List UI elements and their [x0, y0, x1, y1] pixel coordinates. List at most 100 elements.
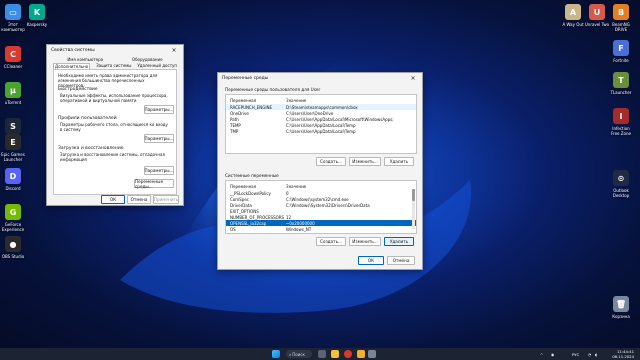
- clock[interactable]: 11:44:41 08.11.2024: [612, 349, 634, 359]
- variable-value: C:\Users\User\AppData\Local\Microsoft\Wi…: [286, 116, 394, 122]
- variable-name: ComSpec: [230, 196, 249, 202]
- geforce-desktop-shortcut[interactable]: G GeForce Experience: [0, 204, 30, 232]
- variable-name: TEMP: [230, 122, 241, 128]
- browser-icon[interactable]: [344, 350, 352, 358]
- col-value: Значение: [286, 183, 307, 189]
- ccleaner-desktop-shortcut[interactable]: C CCleaner: [0, 46, 30, 69]
- system-delete-button[interactable]: Удалить: [384, 237, 414, 246]
- env-title: Переменные среды: [222, 75, 269, 81]
- beamng-desktop-shortcut[interactable]: B BeamNG DRIVE: [604, 4, 638, 32]
- fortnite-desktop-shortcut[interactable]: F Fortnite: [604, 40, 638, 63]
- system-vars-scrollbar[interactable]: [412, 189, 415, 229]
- close-icon[interactable]: ×: [408, 74, 418, 82]
- variable-name: OS: [230, 226, 236, 232]
- system-vars-header: Переменная Значение: [226, 183, 416, 189]
- discord-desktop-shortcut[interactable]: D Discord: [0, 168, 30, 191]
- desktop-shortcut-label: Epic Games Launcher: [1, 152, 25, 162]
- a-way-out-icon: A: [565, 4, 581, 20]
- environment-variables-window: Переменные среды × Переменные среды поль…: [217, 72, 423, 270]
- system-edit-button[interactable]: Изменить...: [349, 237, 381, 246]
- performance-settings-button[interactable]: Параметры...: [144, 105, 174, 114]
- user-new-button[interactable]: Создать...: [316, 157, 346, 166]
- desktop-shortcut-label: Fortnite: [613, 58, 629, 63]
- variable-name: OneDrive: [230, 110, 249, 116]
- kaspersky-icon: K: [29, 4, 45, 20]
- settings-app-icon[interactable]: [368, 350, 376, 358]
- user-delete-button[interactable]: Удалить: [384, 157, 414, 166]
- clock-date: 08.11.2024: [612, 354, 634, 359]
- variable-value: ~0x20000000: [286, 220, 315, 226]
- user-vars-label: Переменные среды пользователя для User: [225, 87, 321, 92]
- deskpro-desktop-shortcut[interactable]: ⊙ Outlook Desktop: [604, 170, 638, 198]
- obs-desktop-shortcut[interactable]: ● OBS Studio: [0, 236, 30, 259]
- desktop-shortcut-label: Outlook Desktop: [612, 188, 630, 198]
- ccleaner-icon: C: [5, 46, 21, 62]
- variable-name: NUMBER_OF_PROCESSORS: [230, 214, 285, 220]
- tab-computer-name[interactable]: Имя компьютера: [67, 57, 103, 62]
- system-new-button[interactable]: Создать...: [316, 237, 346, 246]
- language-indicator[interactable]: РУС: [572, 352, 579, 357]
- tlauncher-desktop-shortcut[interactable]: T TLauncher: [604, 72, 638, 95]
- recovery-settings-button[interactable]: Параметры...: [144, 166, 174, 175]
- desktop-shortcut-label: Infection Free Zone: [611, 126, 631, 136]
- system-vars-list: Переменная Значение __PSLockDownPolicy 0 C…: [225, 180, 417, 234]
- performance-text: Визуальные эффекты, использование процес…: [60, 93, 168, 103]
- col-variable: Переменная: [230, 97, 257, 103]
- tray-app-icon[interactable]: ◉: [551, 352, 554, 357]
- desktop-shortcut-label: Discord: [5, 186, 21, 191]
- profiles-text: Параметры рабочего стола, относящиеся ко…: [60, 122, 168, 132]
- sys-props-title: Свойства системы: [51, 47, 95, 53]
- file-explorer-icon[interactable]: [331, 350, 339, 358]
- env-ok-button[interactable]: ОК: [358, 256, 384, 265]
- environment-variables-button[interactable]: Переменные среды...: [134, 179, 174, 189]
- system-var-row[interactable]: OS Windows_NT: [226, 226, 416, 232]
- col-variable: Переменная: [230, 183, 257, 189]
- system-properties-window: Свойства системы × Имя компьютера Оборуд…: [46, 44, 184, 206]
- desktop-shortcut-label: OBS Studio: [1, 254, 25, 259]
- desktop-shortcut-label: Корзина: [612, 314, 630, 319]
- app-icon[interactable]: [357, 350, 365, 358]
- advanced-tab-panel: Необходимо иметь права администратора дл…: [53, 69, 177, 195]
- variable-name: Path: [230, 116, 239, 122]
- windows-start-icon[interactable]: [272, 350, 280, 358]
- user-var-row[interactable]: TMP C:\Users\User\AppData\Local\Temp: [226, 128, 416, 134]
- steam-icon: S: [5, 118, 21, 134]
- kaspersky-desktop-icon[interactable]: K Kaspersky: [20, 4, 54, 27]
- volume-icon[interactable]: ◖: [595, 352, 597, 357]
- variable-name: RACEPUNCH_ENGINE: [230, 104, 273, 110]
- cancel-button[interactable]: Отмена: [127, 195, 151, 204]
- env-cancel-button[interactable]: Отмена: [387, 256, 415, 265]
- profiles-settings-button[interactable]: Параметры...: [144, 134, 174, 143]
- task-view-icon[interactable]: [318, 350, 326, 358]
- tab-hardware[interactable]: Оборудование: [132, 57, 163, 62]
- performance-group-label: Быстродействие: [58, 87, 98, 92]
- epic-games-desktop-shortcut[interactable]: E Epic Games Launcher: [0, 134, 30, 162]
- admin-intro-text: Необходимо иметь права администратора дл…: [58, 73, 158, 88]
- variable-value: 0: [286, 190, 289, 196]
- variable-value: D:\Steam\steamapps\common\cbox: [286, 104, 358, 110]
- recycle-bin-icon: 🗑: [613, 296, 629, 312]
- desktop-shortcut-label: BeamNG DRIVE: [612, 22, 630, 32]
- recycle-bin-desktop-shortcut[interactable]: 🗑 Корзина: [604, 296, 638, 319]
- search-icon: ⌕: [289, 351, 292, 357]
- utorrent-desktop-shortcut[interactable]: µ uTorrent: [0, 82, 30, 105]
- variable-name: EXIT_OPTIONS: [230, 208, 259, 214]
- env-titlebar: Переменные среды ×: [218, 73, 422, 83]
- infection-free-desktop-shortcut[interactable]: I Infection Free Zone: [604, 108, 638, 136]
- desktop-shortcut-label: GeForce Experience: [1, 222, 25, 232]
- taskbar: ⌕ Поиск ^ ◉ РУС ◔ ◖ 11:44:41 08.11.2024: [0, 348, 640, 360]
- user-edit-button[interactable]: Изменить...: [349, 157, 381, 166]
- taskbar-search[interactable]: ⌕ Поиск: [286, 350, 312, 358]
- variable-value: 12: [286, 214, 292, 220]
- wifi-icon[interactable]: ◔: [588, 352, 591, 357]
- profiles-group-label: Профили пользователей: [58, 116, 117, 121]
- close-icon[interactable]: ×: [169, 46, 179, 54]
- chevron-up-icon[interactable]: ^: [540, 352, 543, 357]
- apply-button[interactable]: Применить: [153, 195, 179, 204]
- variable-value: C:\Windows\System32\Drivers\DriverData: [286, 202, 370, 208]
- desktop-shortcut-label: uTorrent: [4, 100, 22, 105]
- infection-free-icon: I: [613, 108, 629, 124]
- desktop-shortcut-label: CCleaner: [3, 64, 23, 69]
- ok-button[interactable]: ОК: [101, 195, 125, 204]
- user-vars-header: Переменная Значение: [226, 97, 416, 103]
